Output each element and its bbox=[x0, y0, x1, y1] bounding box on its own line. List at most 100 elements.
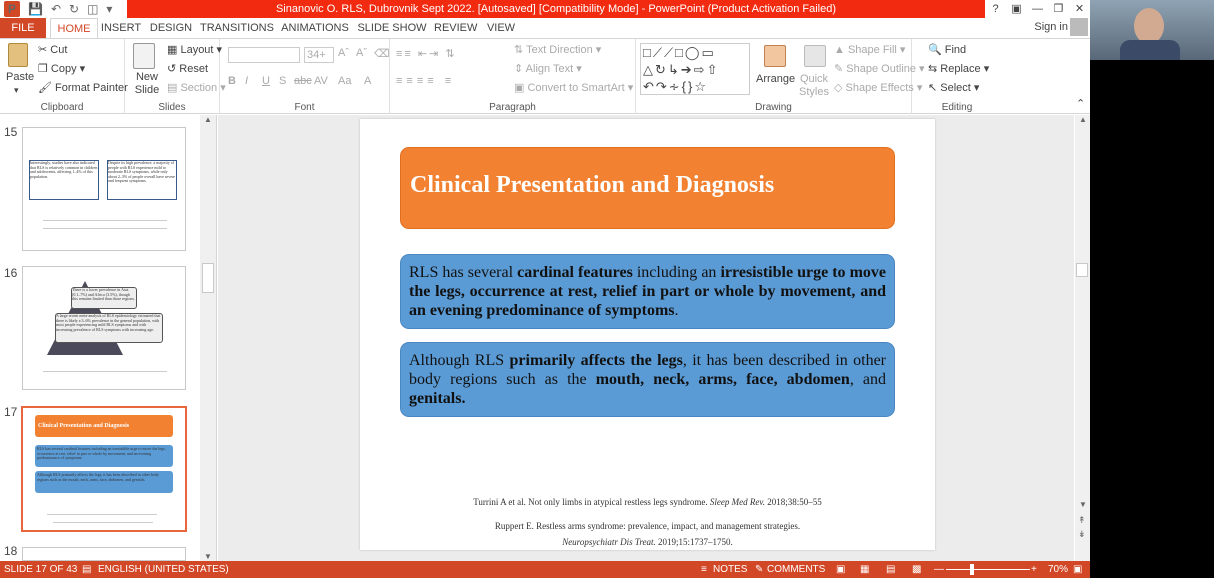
slide-scroll-down-icon[interactable]: ▼ bbox=[1079, 500, 1087, 509]
align-text-button[interactable]: ⇕ Align Text ▾ bbox=[514, 62, 582, 75]
shadow-button[interactable]: S bbox=[279, 75, 286, 87]
minimize-button[interactable]: — bbox=[1027, 0, 1048, 18]
tab-slide-show[interactable]: SLIDE SHOW bbox=[357, 18, 427, 38]
bullets-icon[interactable]: ≡≡ ⇤⇥ ⇅ bbox=[396, 47, 457, 60]
select-button[interactable]: ↖ Select ▾ bbox=[928, 81, 979, 94]
font-name-box[interactable] bbox=[228, 47, 300, 63]
slide-scrollbar[interactable]: ▲ ▼ ↟ ↡ bbox=[1075, 115, 1090, 561]
grow-font-icon[interactable]: Aˆ bbox=[338, 47, 349, 59]
ribbon-display-options-icon[interactable]: ▣ bbox=[1006, 0, 1027, 18]
slide-sorter-icon[interactable]: ▦ bbox=[860, 561, 869, 578]
text-direction-button[interactable]: ⇅ Text Direction ▾ bbox=[514, 43, 601, 56]
shape-outline-button[interactable]: ✎ Shape Outline ▾ bbox=[834, 62, 925, 75]
thumb16-bottom-box: A large recent meta-analysis of RLS epid… bbox=[55, 313, 163, 343]
help-button[interactable]: ? bbox=[985, 0, 1006, 18]
italic-button[interactable]: I bbox=[245, 75, 248, 87]
thumbnail-scrollbar[interactable]: ▲ ▼ bbox=[200, 115, 216, 561]
font-size-box[interactable]: 34+ bbox=[304, 47, 334, 63]
change-case-button[interactable]: Aa bbox=[338, 75, 351, 87]
quick-styles-button[interactable]: Quick Styles bbox=[796, 73, 832, 99]
zoom-slider-thumb[interactable] bbox=[970, 564, 974, 575]
underline-button[interactable]: U bbox=[262, 75, 270, 87]
redo-icon[interactable]: ↻ bbox=[69, 1, 79, 17]
new-slide-icon[interactable] bbox=[133, 43, 155, 69]
customize-qat-icon[interactable]: ▾ bbox=[106, 1, 112, 17]
notes-button[interactable]: NOTES bbox=[713, 561, 747, 578]
tab-transitions[interactable]: TRANSITIONS bbox=[200, 18, 274, 38]
copy-button[interactable]: ❐ Copy ▾ bbox=[38, 62, 85, 75]
reset-button[interactable]: ↺ Reset bbox=[167, 62, 208, 75]
convert-smartart-button[interactable]: ▣ Convert to SmartArt ▾ bbox=[514, 81, 633, 94]
spellcheck-icon[interactable]: ▤ bbox=[82, 561, 91, 578]
arrange-icon[interactable] bbox=[764, 45, 786, 67]
thumbnail-scroll-thumb[interactable] bbox=[202, 263, 214, 293]
new-slide-button[interactable]: New Slide bbox=[131, 71, 163, 97]
tab-design[interactable]: DESIGN bbox=[148, 18, 194, 38]
shape-fill-button[interactable]: ▲ Shape Fill ▾ bbox=[834, 43, 905, 56]
next-slide-icon[interactable]: ↡ bbox=[1078, 529, 1086, 540]
section-button[interactable]: ▤ Section ▾ bbox=[167, 81, 226, 94]
find-button[interactable]: 🔍 Find bbox=[928, 43, 966, 56]
zoom-in-icon[interactable]: + bbox=[1031, 561, 1037, 578]
layout-button[interactable]: ▦ Layout ▾ bbox=[167, 43, 222, 56]
language-indicator[interactable]: ENGLISH (UNITED STATES) bbox=[98, 561, 229, 578]
slide-thumbnail-18[interactable] bbox=[22, 547, 186, 561]
slide-scroll-thumb[interactable] bbox=[1076, 263, 1088, 277]
scroll-down-icon[interactable]: ▼ bbox=[204, 552, 212, 561]
zoom-out-icon[interactable]: — bbox=[934, 561, 944, 578]
account-avatar-icon[interactable] bbox=[1070, 18, 1088, 36]
slide-show-icon[interactable]: ▩ bbox=[912, 561, 921, 578]
clear-formatting-icon[interactable]: ⌫ bbox=[374, 47, 390, 60]
tab-insert[interactable]: INSERT bbox=[100, 18, 142, 38]
reading-view-icon[interactable]: ▤ bbox=[886, 561, 895, 578]
tab-file[interactable]: FILE bbox=[0, 18, 46, 38]
comments-button[interactable]: COMMENTS bbox=[767, 561, 825, 578]
replace-button[interactable]: ⇆ Replace ▾ bbox=[928, 62, 989, 75]
paste-icon[interactable] bbox=[8, 43, 28, 67]
content-box-body-regions[interactable]: Although RLS primarily affects the legs,… bbox=[400, 342, 895, 417]
tab-animations[interactable]: ANIMATIONS bbox=[280, 18, 350, 38]
bold-button[interactable]: B bbox=[228, 75, 236, 87]
close-button[interactable]: ✕ bbox=[1069, 0, 1090, 18]
paste-dropdown-icon[interactable]: ▾ bbox=[14, 85, 19, 96]
text-direction-icon: ⇅ bbox=[514, 44, 527, 56]
thumb15-reference-lines bbox=[43, 220, 167, 221]
tab-home[interactable]: HOME bbox=[50, 18, 98, 38]
zoom-slider-track[interactable] bbox=[946, 569, 1030, 570]
slide-scroll-up-icon[interactable]: ▲ bbox=[1079, 115, 1087, 124]
align-icons[interactable]: ≡≡≡≡ ≡ bbox=[396, 75, 455, 87]
content-box-cardinal-features[interactable]: RLS has several cardinal features includ… bbox=[400, 254, 895, 329]
font-color-icon[interactable]: A bbox=[364, 75, 371, 87]
pen-icon: ✎ bbox=[834, 63, 847, 75]
normal-view-icon[interactable]: ▣ bbox=[836, 561, 845, 578]
slide-number-15: 15 bbox=[4, 125, 18, 139]
ribbon: Paste ▾ ✂ Cut ❐ Copy ▾ 🖌 Format Painter … bbox=[0, 38, 1090, 114]
save-icon[interactable]: 💾 bbox=[28, 1, 43, 17]
shrink-font-icon[interactable]: Aˇ bbox=[356, 47, 367, 59]
slide-thumbnail-15[interactable]: Interestingly, studies have also indicat… bbox=[22, 127, 186, 251]
arrange-button[interactable]: Arrange bbox=[756, 73, 795, 85]
scroll-up-icon[interactable]: ▲ bbox=[204, 115, 212, 124]
shape-effects-button[interactable]: ◇ Shape Effects ▾ bbox=[834, 81, 922, 94]
slide-title-box[interactable]: Clinical Presentation and Diagnosis bbox=[400, 147, 895, 229]
shapes-gallery[interactable]: □⟋⟋□◯▭ △↻↳➔⇨⇧ ↶↷∻{}☆ bbox=[640, 43, 750, 95]
character-spacing-button[interactable]: AV bbox=[314, 75, 328, 87]
start-from-beginning-icon[interactable]: ◫ bbox=[87, 1, 98, 17]
collapse-ribbon-icon[interactable]: ⌃ bbox=[1076, 97, 1085, 110]
previous-slide-icon[interactable]: ↟ bbox=[1078, 515, 1086, 526]
cut-button[interactable]: ✂ Cut bbox=[38, 43, 67, 56]
slide-thumbnail-16[interactable]: There is a lower prevalence in Asia (0.1… bbox=[22, 266, 186, 390]
tab-view[interactable]: VIEW bbox=[484, 18, 518, 38]
slide-thumbnail-17[interactable]: Clinical Presentation and Diagnosis RLS … bbox=[21, 406, 187, 532]
tab-review[interactable]: REVIEW bbox=[434, 18, 477, 38]
paste-button[interactable]: Paste bbox=[6, 71, 34, 83]
restore-button[interactable]: ❐ bbox=[1048, 0, 1069, 18]
quick-styles-icon[interactable] bbox=[804, 45, 826, 67]
sign-in-link[interactable]: Sign in bbox=[1034, 21, 1068, 33]
undo-icon[interactable]: ↶ bbox=[51, 1, 61, 17]
format-painter-button[interactable]: 🖌 Format Painter bbox=[38, 81, 128, 94]
current-slide[interactable]: Clinical Presentation and Diagnosis RLS … bbox=[360, 119, 935, 550]
strikethrough-button[interactable]: abc bbox=[294, 75, 312, 87]
fit-slide-icon[interactable]: ▣ bbox=[1073, 561, 1082, 578]
zoom-level[interactable]: 70% bbox=[1048, 561, 1068, 578]
